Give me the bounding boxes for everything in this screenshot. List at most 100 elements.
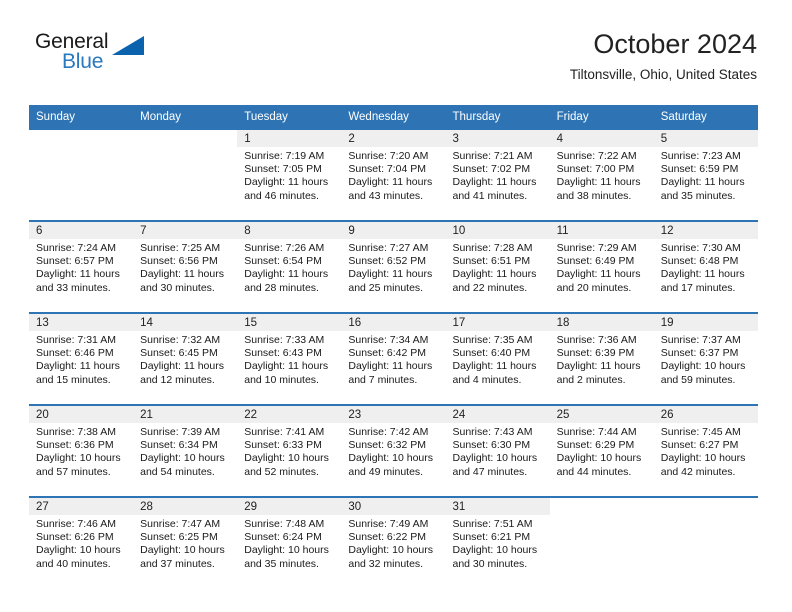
calendar-day-cell[interactable]: 5 Sunrise: 7:23 AM Sunset: 6:59 PM Daylight… [653, 130, 758, 220]
calendar-week-row: 6 Sunrise: 7:24 AM Sunset: 6:57 PM Daylight… [29, 220, 758, 312]
calendar-day-cell[interactable]: 19 Sunrise: 7:37 AM Sunset: 6:37 PM Dayligh… [653, 314, 758, 404]
calendar-day-cell[interactable]: 15 Sunrise: 7:33 AM Sunset: 6:43 PM Dayligh… [237, 314, 342, 404]
daylight-text-line2: and 43 minutes. [348, 189, 424, 202]
day-sun-info: Sunrise: 7:47 AM Sunset: 6:25 PM Daylight:… [133, 515, 237, 571]
daylight-text-line2: and 42 minutes. [660, 465, 736, 478]
calendar-day-cell[interactable]: 3 Sunrise: 7:21 AM Sunset: 7:02 PM Daylight… [445, 130, 550, 220]
calendar-day-cell[interactable]: 11 Sunrise: 7:29 AM Sunset: 6:49 PM Dayligh… [549, 222, 654, 312]
daylight-text-line1: Daylight: 11 hours [36, 360, 120, 373]
day-number: 22 [237, 406, 342, 423]
calendar-day-cell[interactable]: 21 Sunrise: 7:39 AM Sunset: 6:34 PM Dayligh… [133, 406, 238, 496]
calendar-day-cell[interactable]: 28 Sunrise: 7:47 AM Sunset: 6:25 PM Dayligh… [133, 498, 238, 588]
day-sun-info: Sunrise: 7:23 AM Sunset: 6:59 PM Daylight:… [654, 147, 758, 203]
calendar-day-cell[interactable]: 17 Sunrise: 7:35 AM Sunset: 6:40 PM Dayligh… [445, 314, 550, 404]
daylight-text-line1: Daylight: 11 hours [244, 176, 329, 189]
sunrise-text: Sunrise: 7:25 AM [140, 242, 221, 254]
day-sun-info: Sunrise: 7:29 AM Sunset: 6:49 PM Daylight:… [550, 239, 654, 295]
day-number: 11 [549, 222, 654, 239]
sunrise-text: Sunrise: 7:32 AM [140, 334, 221, 346]
daylight-text-line2: and 46 minutes. [244, 189, 319, 202]
calendar-day-cell[interactable]: 30 Sunrise: 7:49 AM Sunset: 6:22 PM Dayligh… [341, 498, 446, 588]
day-number: 20 [29, 406, 134, 423]
sunset-text: Sunset: 6:29 PM [556, 439, 635, 452]
sunrise-text: Sunrise: 7:44 AM [556, 426, 637, 438]
sunset-text: Sunset: 6:33 PM [244, 439, 322, 452]
calendar-day-cell[interactable]: 4 Sunrise: 7:22 AM Sunset: 7:00 PM Daylight… [549, 130, 654, 220]
sunrise-text: Sunrise: 7:22 AM [556, 150, 637, 162]
calendar-page: General Blue October 2024 Tiltonsville, … [0, 0, 792, 612]
sunset-text: Sunset: 6:46 PM [36, 347, 114, 360]
calendar-day-cell[interactable]: 9 Sunrise: 7:27 AM Sunset: 6:52 PM Daylight… [341, 222, 446, 312]
day-number: 4 [549, 130, 654, 147]
sunset-text: Sunset: 6:21 PM [452, 531, 531, 544]
sunrise-text: Sunrise: 7:48 AM [244, 518, 325, 530]
sunrise-text: Sunrise: 7:28 AM [452, 242, 533, 254]
daylight-text-line2: and 52 minutes. [244, 465, 319, 478]
day-sun-info: Sunrise: 7:34 AM Sunset: 6:42 PM Daylight:… [341, 331, 445, 387]
title-block: October 2024 Tiltonsville, Ohio, United … [570, 28, 757, 85]
daylight-text-line2: and 33 minutes. [36, 281, 111, 294]
day-sun-info: Sunrise: 7:45 AM Sunset: 6:27 PM Daylight:… [654, 423, 758, 479]
page-subtitle: Tiltonsville, Ohio, United States [569, 67, 757, 82]
day-number: 1 [237, 130, 342, 147]
daylight-text-line1: Daylight: 11 hours [452, 268, 537, 281]
calendar-day-cell[interactable]: 12 Sunrise: 7:30 AM Sunset: 6:48 PM Dayligh… [653, 222, 758, 312]
calendar-day-cell[interactable]: 13 Sunrise: 7:31 AM Sunset: 6:46 PM Dayligh… [29, 314, 134, 404]
calendar-empty-cell [549, 498, 654, 588]
calendar-day-cell[interactable]: 2 Sunrise: 7:20 AM Sunset: 7:04 PM Daylight… [341, 130, 446, 220]
day-number: 16 [341, 314, 446, 331]
calendar-day-cell[interactable]: 1 Sunrise: 7:19 AM Sunset: 7:05 PM Daylight… [237, 130, 342, 220]
day-sun-info [133, 147, 237, 150]
calendar-day-cell[interactable]: 22 Sunrise: 7:41 AM Sunset: 6:33 PM Dayligh… [237, 406, 342, 496]
calendar-grid: Sunday Monday Tuesday Wednesday Thursday Frid… [29, 105, 758, 588]
sunset-text: Sunset: 6:39 PM [556, 347, 635, 360]
calendar-empty-cell [133, 130, 238, 220]
daylight-text-line2: and 22 minutes. [452, 281, 528, 294]
calendar-day-cell[interactable]: 7 Sunrise: 7:25 AM Sunset: 6:56 PM Daylight… [133, 222, 238, 312]
sunrise-text: Sunrise: 7:49 AM [348, 518, 429, 530]
day-sun-info: Sunrise: 7:36 AM Sunset: 6:39 PM Daylight:… [550, 331, 654, 387]
daylight-text-line2: and 12 minutes. [140, 373, 215, 386]
calendar-day-cell[interactable]: 25 Sunrise: 7:44 AM Sunset: 6:29 PM Dayligh… [549, 406, 654, 496]
daylight-text-line2: and 44 minutes. [556, 465, 632, 478]
day-number: 15 [237, 314, 342, 331]
calendar-day-cell[interactable]: 14 Sunrise: 7:32 AM Sunset: 6:45 PM Dayligh… [133, 314, 238, 404]
day-sun-info: Sunrise: 7:49 AM Sunset: 6:22 PM Daylight:… [341, 515, 445, 571]
day-number: 6 [29, 222, 134, 239]
day-sun-info: Sunrise: 7:39 AM Sunset: 6:34 PM Daylight:… [133, 423, 237, 479]
daylight-text-line1: Daylight: 10 hours [36, 544, 121, 557]
daylight-text-line1: Daylight: 11 hours [36, 268, 120, 281]
day-number: 29 [237, 498, 342, 515]
sunrise-text: Sunrise: 7:36 AM [556, 334, 637, 346]
sunrise-text: Sunrise: 7:26 AM [244, 242, 325, 254]
day-sun-info: Sunrise: 7:35 AM Sunset: 6:40 PM Daylight:… [446, 331, 550, 387]
day-number: 9 [341, 222, 446, 239]
sunset-text: Sunset: 6:43 PM [244, 347, 322, 360]
calendar-day-cell[interactable]: 6 Sunrise: 7:24 AM Sunset: 6:57 PM Daylight… [29, 222, 134, 312]
daylight-text-line1: Daylight: 11 hours [556, 176, 641, 189]
sunrise-text: Sunrise: 7:23 AM [660, 150, 741, 162]
daylight-text-line1: Daylight: 11 hours [556, 360, 641, 373]
logo-text-blue: Blue [62, 50, 104, 73]
calendar-day-cell[interactable]: 10 Sunrise: 7:28 AM Sunset: 6:51 PM Dayligh… [445, 222, 550, 312]
calendar-day-cell[interactable]: 16 Sunrise: 7:34 AM Sunset: 6:42 PM Dayligh… [341, 314, 446, 404]
sunrise-text: Sunrise: 7:35 AM [452, 334, 533, 346]
calendar-day-cell[interactable]: 26 Sunrise: 7:45 AM Sunset: 6:27 PM Dayligh… [653, 406, 758, 496]
day-sun-info: Sunrise: 7:37 AM Sunset: 6:37 PM Daylight:… [654, 331, 758, 387]
daylight-text-line1: Daylight: 10 hours [452, 452, 538, 465]
day-sun-info: Sunrise: 7:48 AM Sunset: 6:24 PM Daylight:… [237, 515, 341, 571]
daylight-text-line1: Daylight: 11 hours [244, 268, 329, 281]
daylight-text-line1: Daylight: 11 hours [244, 360, 329, 373]
calendar-day-cell[interactable]: 31 Sunrise: 7:51 AM Sunset: 6:21 PM Dayligh… [445, 498, 550, 588]
sunrise-text: Sunrise: 7:33 AM [244, 334, 325, 346]
calendar-day-cell[interactable]: 24 Sunrise: 7:43 AM Sunset: 6:30 PM Dayligh… [445, 406, 550, 496]
calendar-day-cell[interactable]: 23 Sunrise: 7:42 AM Sunset: 6:32 PM Dayligh… [341, 406, 446, 496]
calendar-day-cell[interactable]: 20 Sunrise: 7:38 AM Sunset: 6:36 PM Dayligh… [29, 406, 134, 496]
daylight-text-line2: and 35 minutes. [660, 189, 736, 202]
calendar-day-cell[interactable]: 18 Sunrise: 7:36 AM Sunset: 6:39 PM Dayligh… [549, 314, 654, 404]
calendar-day-cell[interactable]: 8 Sunrise: 7:26 AM Sunset: 6:54 PM Daylight… [237, 222, 342, 312]
weekday-header-thursday: Thursday [452, 111, 501, 123]
calendar-day-cell[interactable]: 29 Sunrise: 7:48 AM Sunset: 6:24 PM Dayligh… [237, 498, 342, 588]
day-sun-info: Sunrise: 7:30 AM Sunset: 6:48 PM Daylight:… [654, 239, 758, 295]
calendar-day-cell[interactable]: 27 Sunrise: 7:46 AM Sunset: 6:26 PM Dayligh… [29, 498, 134, 588]
